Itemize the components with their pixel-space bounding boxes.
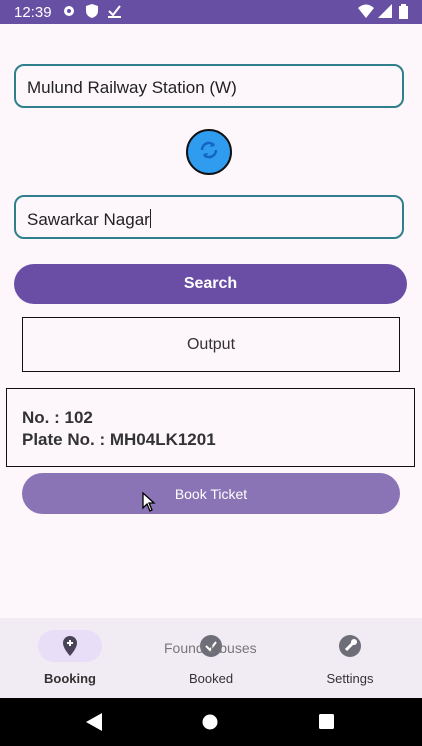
bottom-navigation: Booking Booked Settings	[0, 618, 422, 698]
bus-plate-number: Plate No. : MH04LK1201	[22, 430, 216, 449]
shield-icon	[86, 4, 98, 21]
signal-icon	[378, 4, 392, 21]
bus-number: No. : 102	[22, 408, 93, 427]
search-button-label: Search	[183, 275, 238, 292]
to-location-input[interactable]: Sawarkar Nagar	[14, 195, 404, 239]
gear-icon	[62, 4, 76, 21]
text-cursor	[149, 209, 152, 228]
back-icon[interactable]	[86, 713, 102, 736]
mouse-pointer-icon	[142, 491, 156, 517]
wrench-icon	[339, 635, 361, 657]
swap-locations-button[interactable]	[186, 129, 232, 175]
battery-icon	[399, 4, 408, 22]
location-pin-icon	[59, 635, 81, 657]
nav-item-booking[interactable]: Booking	[0, 618, 140, 698]
nav-label-booked: Booked	[188, 671, 234, 686]
book-ticket-button[interactable]: Book Ticket	[22, 473, 400, 514]
from-location-input[interactable]: Mulund Railway Station (W)	[14, 64, 404, 108]
nav-label-settings: Settings	[326, 671, 374, 686]
status-time: 12:39	[14, 4, 52, 21]
from-location-value: Mulund Railway Station (W)	[27, 78, 237, 97]
check-icon	[108, 4, 121, 21]
nav-item-settings[interactable]: Settings	[280, 618, 420, 698]
refresh-icon	[198, 139, 220, 166]
nav-item-booked[interactable]: Booked	[141, 618, 281, 698]
nav-label-booking: Booking	[44, 671, 96, 686]
to-location-value: Sawarkar Nagar	[27, 210, 150, 229]
recents-icon[interactable]	[319, 714, 334, 734]
toast-message: Found 1 buses	[164, 640, 257, 656]
home-icon[interactable]	[202, 714, 218, 735]
output-panel: Output	[22, 317, 400, 372]
output-label: Output	[186, 335, 236, 353]
wifi-icon	[358, 4, 374, 21]
book-ticket-label: Book Ticket	[174, 485, 248, 502]
system-navigation-bar	[0, 698, 422, 746]
bus-result-card: No. : 102 Plate No. : MH04LK1201	[6, 388, 415, 467]
search-button[interactable]: Search	[14, 264, 407, 304]
status-bar: 12:39	[0, 0, 422, 24]
